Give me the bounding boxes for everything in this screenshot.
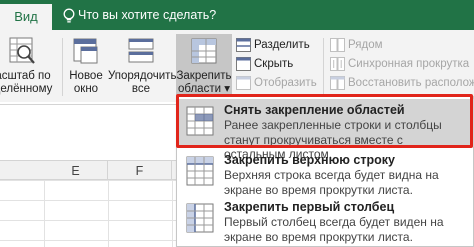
- menu-item-freeze-top-row[interactable]: Закрепить верхнюю строку Верхняя строка …: [177, 149, 474, 197]
- arrange-all-label-1: Упорядочить: [108, 70, 177, 82]
- freeze-panes-button[interactable]: Закрепить области ▾: [176, 34, 232, 100]
- zoom-selection-label-2: делённому: [0, 83, 53, 95]
- menu-item-freeze-first-column[interactable]: Закрепить первый столбец Первый столбец …: [177, 196, 474, 246]
- reset-position-icon: [330, 76, 345, 90]
- ribbon: асштаб по делённому Новое окно Упорядочи…: [0, 30, 474, 102]
- sync-scroll-icon: [330, 57, 345, 71]
- zoom-to-selection-button[interactable]: асштаб по делённому: [0, 34, 58, 100]
- hide-window-icon: [236, 57, 251, 71]
- freeze-panes-icon: [191, 38, 217, 64]
- new-window-button[interactable]: Новое окно: [64, 34, 108, 100]
- freeze-first-column-title: Закрепить первый столбец: [224, 200, 395, 214]
- highlight-box: [176, 94, 473, 148]
- column-header-e[interactable]: E: [44, 161, 108, 181]
- new-window-icon: [73, 38, 98, 64]
- freeze-top-row-description: Верхняя строка всегда будет видна на экр…: [224, 168, 439, 197]
- split-label: Разделить: [254, 39, 310, 51]
- arrange-all-icon: [128, 38, 154, 63]
- ribbon-separator: [62, 38, 63, 96]
- column-header-f[interactable]: F: [108, 161, 172, 181]
- zoom-selection-icon: [9, 37, 35, 64]
- freeze-top-row-icon: [186, 156, 214, 186]
- lightbulb-icon: [63, 8, 75, 23]
- freeze-first-column-description: Первый столбец всегда будет виден на экр…: [224, 215, 444, 244]
- tell-me-search[interactable]: Что вы хотите сделать?: [78, 8, 216, 22]
- side-by-side-icon: [330, 38, 345, 52]
- unhide-window-icon: [236, 76, 251, 90]
- title-bar: Вид Что вы хотите сделать?: [0, 0, 474, 30]
- ribbon-separator: [323, 38, 324, 96]
- arrange-all-button[interactable]: Упорядочить все: [108, 34, 177, 100]
- unhide-label: Отобразить: [254, 77, 317, 89]
- side-by-side-label: Рядом: [348, 39, 383, 51]
- new-window-label-1: Новое: [69, 70, 103, 82]
- freeze-panes-label-1: Закрепить: [176, 70, 232, 82]
- freeze-top-row-title: Закрепить верхнюю строку: [224, 153, 395, 167]
- freeze-first-column-icon: [186, 203, 214, 233]
- new-window-label-2: окно: [73, 83, 99, 95]
- zoom-selection-label-1: асштаб по: [0, 70, 51, 82]
- split-icon: [236, 38, 251, 52]
- sync-scroll-label: Синхронная прокрутка: [348, 58, 470, 70]
- tab-view[interactable]: Вид: [0, 4, 52, 30]
- arrange-all-label-2: все: [131, 83, 151, 95]
- hide-label: Скрыть: [254, 58, 294, 70]
- reset-position-label: Восстановить располож: [348, 77, 474, 89]
